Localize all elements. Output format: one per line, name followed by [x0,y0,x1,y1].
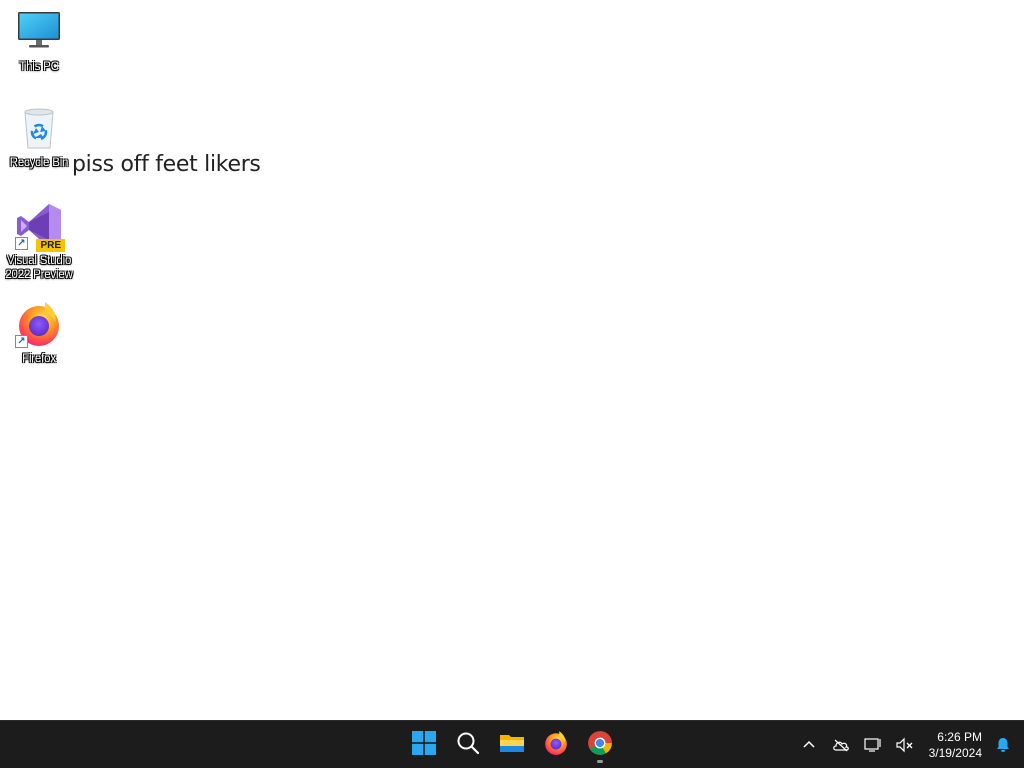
chevron-up-icon[interactable] [793,725,825,765]
file-explorer-button[interactable] [490,725,534,765]
visual-studio-icon: PRE ↗ [15,202,65,252]
desktop: This PC Recycle Bin PRE ↗ Visual Studio [0,0,1024,720]
running-indicator [597,760,603,763]
folder-icon [499,731,525,760]
desktop-icon-label: Firefox [22,353,56,365]
desktop-icon-this-pc[interactable]: This PC [1,8,77,74]
start-button[interactable] [402,725,446,765]
desktop-icon-visual-studio[interactable]: PRE ↗ Visual Studio 2022 Preview [1,202,77,282]
taskbar-pinned-apps [402,721,622,769]
recycle-bin-icon [15,104,63,152]
network-icon[interactable] [857,725,889,765]
desktop-icon-recycle-bin[interactable]: Recycle Bin [1,104,77,170]
clock-date: 3/19/2024 [928,746,982,760]
monitor-icon [15,8,63,56]
system-tray: 6:26 PM 3/19/2024 [793,721,1024,769]
firefox-icon: ↗ [15,300,63,348]
onedrive-offline-icon[interactable] [825,725,857,765]
volume-muted-icon[interactable] [889,725,921,765]
desktop-icon-label: Visual Studio 2022 Preview [5,255,73,281]
firefox-taskbar-button[interactable] [534,725,578,765]
search-button[interactable] [446,725,490,765]
chrome-icon [587,730,613,761]
search-icon [456,731,480,760]
taskbar: 6:26 PM 3/19/2024 [0,720,1024,768]
desktop-icon-label: Recycle Bin [9,157,69,169]
firefox-icon [543,730,569,761]
preview-badge: PRE [36,239,65,252]
clock-time: 6:26 PM [937,730,982,744]
bell-icon[interactable] [988,725,1018,765]
desktop-icon-firefox[interactable]: ↗ Firefox [1,300,77,366]
chrome-taskbar-button[interactable] [578,725,622,765]
shortcut-arrow-icon: ↗ [15,335,28,348]
clock[interactable]: 6:26 PM 3/19/2024 [921,729,988,761]
desktop-icon-label: This PC [19,61,59,73]
shortcut-arrow-icon: ↗ [15,237,28,250]
desktop-overlay-text: piss off feet likers [72,152,261,177]
windows-logo-icon [412,730,436,760]
